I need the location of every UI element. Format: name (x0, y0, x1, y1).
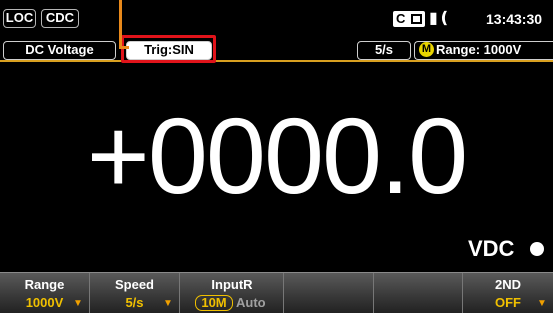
softkey-bar: Range 1000V ▼ Speed 5/s ▼ InputR 10M Aut… (0, 272, 553, 313)
range-indicator: M Range: 1000V (414, 41, 553, 60)
inputr-softkey[interactable]: InputR 10M Auto (181, 273, 284, 313)
range-softkey[interactable]: Range 1000V ▼ (0, 273, 90, 313)
softkey-title: Range (24, 277, 65, 292)
ce-indicator-icon: C (393, 11, 425, 27)
softkey-title: Speed (114, 277, 154, 292)
status-bar: LOC CDC C ▮❪ 13:43:30 (0, 0, 553, 38)
range-label: Range: 1000V (436, 42, 522, 57)
ce-label: C (396, 11, 406, 26)
chevron-down-icon: ▼ (73, 298, 83, 309)
annotation-callout-hook (119, 46, 129, 49)
chevron-down-icon: ▼ (537, 298, 547, 309)
speed-softkey[interactable]: Speed 5/s ▼ (90, 273, 180, 313)
unit-label: VDC (468, 236, 515, 261)
rate-label: 5/s (357, 41, 411, 60)
main-reading: +0000.0 (86, 95, 468, 216)
softkey-title: 2ND (494, 277, 521, 292)
unit-indicator-dot-icon (530, 242, 544, 256)
ce-box (411, 14, 422, 24)
inputr-selected-option: 10M (195, 295, 233, 311)
meter-screen: LOC CDC C ▮❪ 13:43:30 DC Voltage Trig:SI… (0, 0, 553, 313)
softkey-title: InputR (211, 277, 253, 292)
loc-indicator: LOC (3, 9, 36, 28)
trigger-highlight-frame (121, 35, 216, 63)
empty-softkey[interactable] (374, 273, 463, 313)
inputr-alternative-option: Auto (236, 295, 266, 310)
chevron-down-icon: ▼ (163, 298, 173, 309)
function-label: DC Voltage (3, 41, 116, 60)
cdc-indicator: CDC (41, 9, 79, 28)
annotation-callout-line (119, 0, 122, 48)
info-bar-divider (0, 60, 553, 62)
second-function-softkey[interactable]: 2ND OFF ▼ (463, 273, 553, 313)
clock: 13:43:30 (486, 11, 543, 27)
speaker-icon: ▮❪ (429, 10, 452, 27)
manual-range-badge-icon: M (419, 42, 434, 57)
info-bar: DC Voltage Trig:SIN 5/s M Range: 1000V (0, 38, 553, 62)
empty-softkey[interactable] (284, 273, 374, 313)
